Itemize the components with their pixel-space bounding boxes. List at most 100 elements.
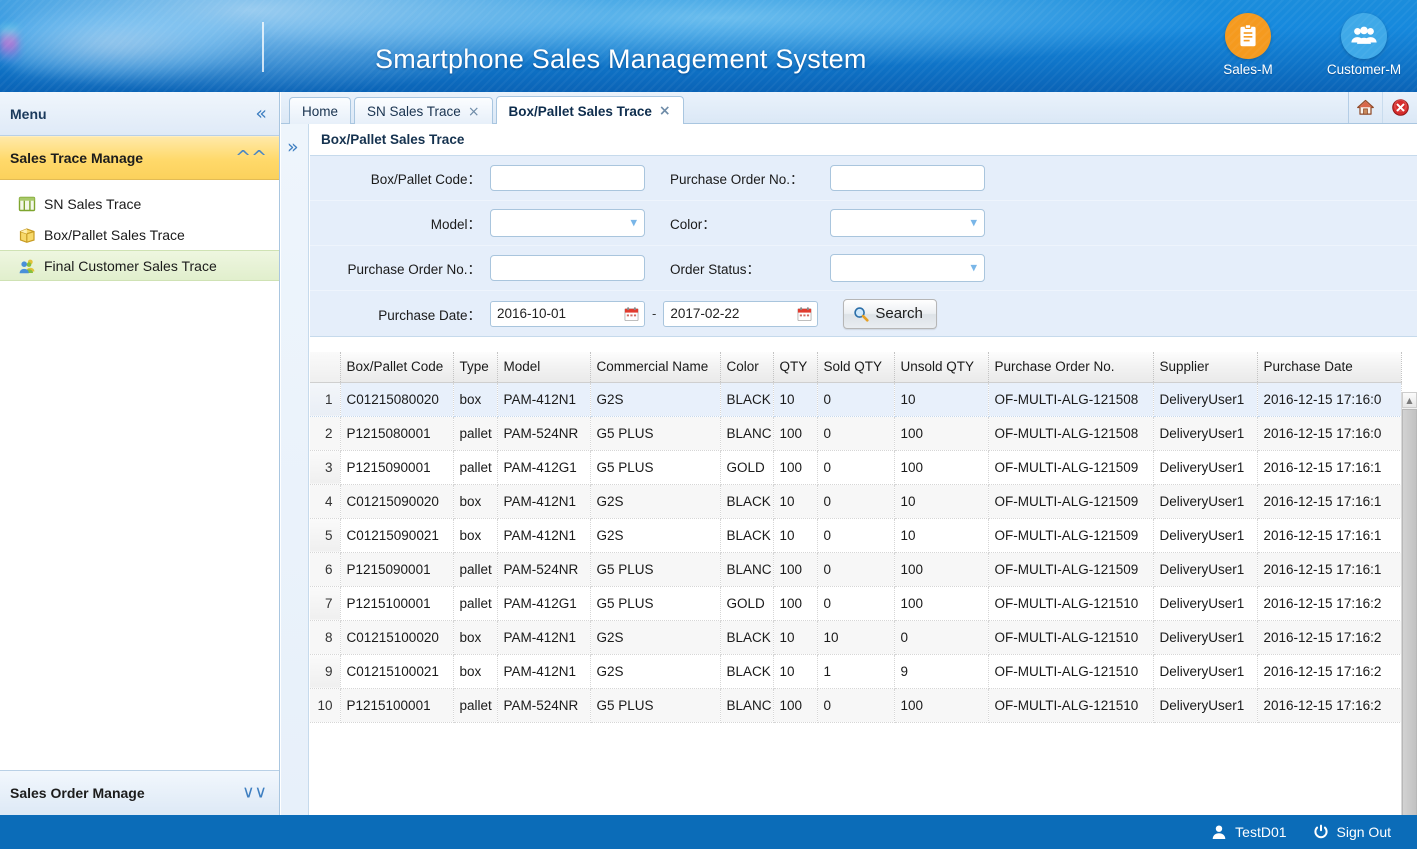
table-cell: OF-MULTI-ALG-121510 [988, 620, 1154, 655]
col-type[interactable]: Type [453, 352, 498, 383]
sidebar-group-sales-trace-manage[interactable]: Sales Trace Manage ^^ [0, 136, 279, 180]
app-label-customer-m: Customer-M [1326, 62, 1402, 77]
double-chevron-left-icon[interactable]: « [255, 104, 267, 123]
table-cell: 0 [817, 552, 895, 587]
table-row[interactable]: 9 C01215100021 box PAM-412N1 G2S BLACK 10 1 9 OF-… [310, 654, 1402, 689]
form-row-4: Purchase Date： 2016-10-01 - 2017-02-22 S… [310, 291, 1417, 336]
table-cell: 2016-12-15 17:16:2 [1257, 586, 1402, 621]
table-cell: BLACK [720, 654, 774, 689]
table-row[interactable]: 10 P1215100001 pallet PAM-524NR G5 PLUS BLANC… [310, 688, 1402, 723]
chevron-down-icon: ▾ [630, 215, 637, 231]
table-icon [18, 195, 36, 213]
col-supplier[interactable]: Supplier [1153, 352, 1258, 383]
purchase-date-to-value: 2017-02-22 [670, 306, 740, 321]
tab-sn-sales-trace[interactable]: SN Sales Trace × [354, 97, 493, 125]
table-row[interactable]: 2 P1215080001 pallet PAM-524NR G5 PLUS BLANC 1… [310, 416, 1402, 451]
sidebar-item-sn-sales-trace[interactable]: SN Sales Trace [0, 188, 279, 219]
table-row[interactable]: 7 P1215100001 pallet PAM-412G1 G5 PLUS GOLD 10… [310, 586, 1402, 621]
app-header: Smartphone Sales Management System Sales… [0, 0, 1417, 92]
col-sold-qty[interactable]: Sold QTY [817, 352, 895, 383]
col-unsold-qty[interactable]: Unsold QTY [894, 352, 989, 383]
table-cell: OF-MULTI-ALG-121508 [988, 382, 1154, 417]
purchase-order-no-input[interactable] [490, 255, 645, 281]
application-window: Smartphone Sales Management System Sales… [0, 0, 1417, 849]
double-chevron-up-icon[interactable]: ^^ [235, 148, 267, 168]
tab-home[interactable]: Home [289, 97, 352, 125]
table-row[interactable]: 8 C01215100020 box PAM-412N1 G2S BLACK 10 10 0 OF… [310, 620, 1402, 655]
current-user[interactable]: TestD01 [1211, 824, 1287, 840]
table-row[interactable]: 3 P1215090001 pallet PAM-412G1 G5 PLUS GOLD 10… [310, 450, 1402, 485]
calendar-icon[interactable] [797, 306, 812, 321]
table-cell: 10 [894, 518, 989, 553]
col-purchase-order-no[interactable]: Purchase Order No. [988, 352, 1154, 383]
sidebar-group-sales-order-manage[interactable]: Sales Order Manage ∨∨ [0, 770, 279, 815]
header-app-switcher: Sales-M Customer-M [1205, 13, 1407, 77]
close-all-icon[interactable] [1383, 92, 1417, 123]
row-index: 6 [310, 552, 341, 587]
purchase-date-to-input[interactable]: 2017-02-22 [663, 300, 819, 327]
purchase-date-from-input[interactable]: 2016-10-01 [490, 300, 645, 327]
order-status-select[interactable]: ▾ [830, 254, 985, 282]
table-cell: 10 [773, 484, 818, 519]
col-color[interactable]: Color [720, 352, 774, 383]
table-cell: box [453, 484, 498, 519]
table-cell: 100 [773, 688, 818, 723]
sidebar-item-label: SN Sales Trace [44, 195, 142, 212]
sidebar-item-box-pallet-sales-trace[interactable]: Box/Pallet Sales Trace [0, 219, 279, 250]
tab-box-pallet-sales-trace[interactable]: Box/Pallet Sales Trace × [495, 96, 684, 125]
table-cell: OF-MULTI-ALG-121510 [988, 586, 1154, 621]
scroll-up-arrow[interactable]: ▲ [1402, 392, 1417, 408]
sidebar-item-list: SN Sales Trace Box/Pallet Sales Trace Fi… [0, 180, 279, 281]
table-row[interactable]: 5 C01215090021 box PAM-412N1 G2S BLACK 10 0 10 OF… [310, 518, 1402, 553]
grid-scrollbar[interactable]: ▲ [1401, 392, 1417, 815]
table-cell: BLANC [720, 688, 774, 723]
sign-out-button[interactable]: Sign Out [1313, 824, 1391, 840]
close-icon[interactable]: × [468, 104, 480, 120]
table-cell: DeliveryUser1 [1153, 518, 1258, 553]
table-cell: PAM-412N1 [497, 654, 591, 689]
tab-label: Home [302, 104, 339, 119]
sidebar-item-label: Final Customer Sales Trace [44, 257, 217, 274]
calendar-icon[interactable] [624, 306, 639, 321]
table-row[interactable]: 6 P1215090001 pallet PAM-524NR G5 PLUS BLANC 1… [310, 552, 1402, 587]
close-icon[interactable]: × [659, 103, 671, 119]
table-cell: DeliveryUser1 [1153, 484, 1258, 519]
table-cell: 0 [817, 416, 895, 451]
table-cell: DeliveryUser1 [1153, 450, 1258, 485]
form-row-1: Box/Pallet Code： Purchase Order No.： [310, 156, 1417, 201]
scrollbar-thumb[interactable] [1402, 409, 1417, 815]
people-icon [1341, 13, 1387, 59]
model-select[interactable]: ▾ [490, 209, 645, 237]
tab-label: SN Sales Trace [367, 104, 461, 119]
double-chevron-right-icon[interactable]: » [287, 136, 299, 158]
table-cell: 100 [894, 450, 989, 485]
sidebar-item-final-customer-sales-trace[interactable]: Final Customer Sales Trace [0, 250, 279, 281]
purchase-order-no-top-input[interactable] [830, 165, 985, 191]
table-cell: BLANC [720, 552, 774, 587]
col-purchase-date[interactable]: Purchase Date [1257, 352, 1402, 383]
search-button[interactable]: Search [843, 298, 937, 329]
table-cell: C01215090021 [340, 518, 454, 553]
home-icon[interactable] [1349, 92, 1383, 123]
col-commercial-name[interactable]: Commercial Name [590, 352, 721, 383]
table-cell: pallet [453, 586, 498, 621]
app-button-sales-m[interactable]: Sales-M [1205, 13, 1291, 77]
table-cell: box [453, 620, 498, 655]
app-button-customer-m[interactable]: Customer-M [1321, 13, 1407, 77]
col-qty[interactable]: QTY [773, 352, 818, 383]
table-row[interactable]: 1 C01215080020 box PAM-412N1 G2S BLACK 10 0 10 OF… [310, 382, 1402, 417]
color-select[interactable]: ▾ [830, 209, 985, 237]
table-cell: G2S [590, 484, 721, 519]
double-chevron-down-icon[interactable]: ∨∨ [242, 784, 267, 802]
row-index: 4 [310, 484, 341, 519]
col-box-pallet-code[interactable]: Box/Pallet Code [340, 352, 454, 383]
col-model[interactable]: Model [497, 352, 591, 383]
sign-out-label: Sign Out [1336, 824, 1391, 840]
table-cell: 0 [817, 688, 895, 723]
table-row[interactable]: 4 C01215090020 box PAM-412N1 G2S BLACK 10 0 10 OF… [310, 484, 1402, 519]
people-icon [18, 257, 36, 275]
table-cell: 0 [817, 586, 895, 621]
box-pallet-code-input[interactable] [490, 165, 645, 191]
table-cell: PAM-412N1 [497, 620, 591, 655]
table-cell: GOLD [720, 450, 774, 485]
